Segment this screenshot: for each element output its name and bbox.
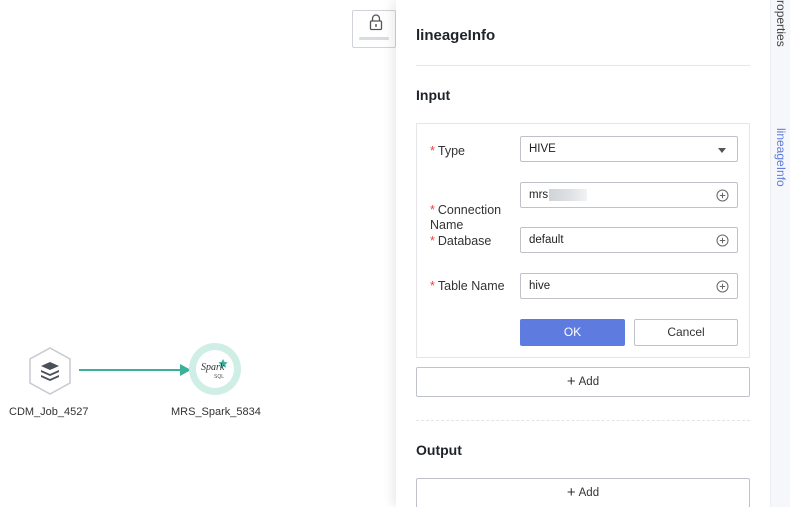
node-mrs-spark[interactable]: Spark SQL <box>188 342 242 396</box>
type-select[interactable]: HIVE <box>520 136 738 162</box>
panel-title: lineageInfo <box>416 27 496 44</box>
plus-circle-icon[interactable] <box>716 280 729 293</box>
table-name-field[interactable]: hive <box>520 273 738 299</box>
type-label: * Type <box>430 144 465 158</box>
cdm-stack-icon <box>29 347 71 395</box>
lock-button-caption <box>359 37 389 40</box>
required-marker: * <box>430 279 435 293</box>
edge-arrow <box>79 364 191 376</box>
plus-circle-icon[interactable] <box>716 234 729 247</box>
workflow-canvas[interactable]: CDM_Job_4527 Spark SQL MRS_Spark_5834 <box>0 0 396 507</box>
node-mrs-spark-label: MRS_Spark_5834 <box>171 406 261 418</box>
database-label: * Database <box>430 234 492 248</box>
spark-sql-text: SQL <box>214 374 225 380</box>
chevron-down-icon <box>718 148 726 153</box>
database-field[interactable]: default <box>520 227 738 253</box>
redacted-text <box>549 189 587 201</box>
node-cdm-job[interactable] <box>27 346 73 396</box>
section-divider <box>416 420 750 421</box>
title-divider <box>416 65 750 66</box>
type-value: HIVE <box>529 143 556 155</box>
connection-value: mrs <box>529 189 549 201</box>
plus-icon: + <box>566 373 576 390</box>
tab-lineage-info[interactable]: lineageInfo <box>774 128 788 187</box>
node-cdm-job-label: CDM_Job_4527 <box>9 406 89 418</box>
plus-icon: + <box>566 484 576 501</box>
tab-node-properties[interactable]: Node Properties <box>774 0 788 47</box>
database-value: default <box>529 234 564 246</box>
add-output-button[interactable]: + Add <box>416 478 750 507</box>
connection-field[interactable]: mrs <box>520 182 738 208</box>
lock-icon <box>369 14 383 31</box>
table-name-value: hive <box>529 280 551 292</box>
add-input-button[interactable]: + Add <box>416 367 750 397</box>
required-marker: * <box>430 234 435 248</box>
side-tab-bar: Node Properties lineageInfo <box>770 0 790 507</box>
lineage-panel: lineageInfo Input * Type HIVE * Connection… <box>396 0 770 507</box>
plus-circle-icon[interactable] <box>716 189 729 202</box>
input-form: * Type HIVE * Connection Name mrs * Databas… <box>416 123 750 358</box>
ok-button[interactable]: OK <box>520 319 625 346</box>
input-section-title: Input <box>416 87 451 103</box>
required-marker: * <box>430 203 435 217</box>
connection-label: * Connection Name <box>430 203 502 232</box>
spark-logo-text: Spark <box>201 362 225 373</box>
table-name-label: * Table Name <box>430 279 505 293</box>
lock-canvas-button[interactable] <box>352 10 396 48</box>
output-section-title: Output <box>416 442 462 458</box>
required-marker: * <box>430 144 435 158</box>
cancel-button[interactable]: Cancel <box>634 319 738 346</box>
